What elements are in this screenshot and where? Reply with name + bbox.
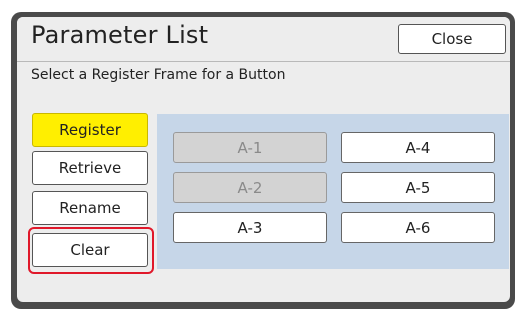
slot-a-3[interactable]: A-3 <box>173 212 327 243</box>
register-button[interactable]: Register <box>32 113 148 147</box>
retrieve-button[interactable]: Retrieve <box>32 151 148 185</box>
parameter-list-dialog: Parameter List Close Select a Register F… <box>17 17 510 302</box>
slot-a-1: A-1 <box>173 132 327 163</box>
instruction-text: Select a Register Frame for a Button <box>31 67 286 83</box>
slot-a-5[interactable]: A-5 <box>341 172 495 203</box>
close-button[interactable]: Close <box>398 24 506 54</box>
rename-button[interactable]: Rename <box>32 191 148 225</box>
header-divider <box>17 61 510 62</box>
clear-button[interactable]: Clear <box>32 233 148 267</box>
slot-a-4[interactable]: A-4 <box>341 132 495 163</box>
dialog-header: Parameter List Close <box>17 17 510 61</box>
slot-a-6[interactable]: A-6 <box>341 212 495 243</box>
register-frame-grid: A-1 A-2 A-3 A-4 A-5 A-6 <box>157 114 509 269</box>
dialog-title: Parameter List <box>31 21 209 49</box>
slot-a-2: A-2 <box>173 172 327 203</box>
